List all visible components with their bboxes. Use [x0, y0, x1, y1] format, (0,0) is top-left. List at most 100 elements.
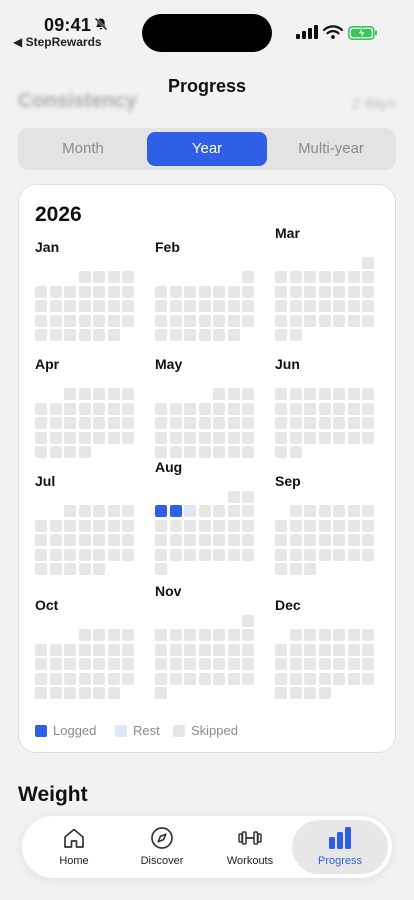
day-cell[interactable]	[333, 629, 345, 641]
day-cell[interactable]	[107, 329, 120, 341]
day-cell[interactable]	[227, 548, 240, 561]
day-cell[interactable]	[333, 643, 345, 656]
day-cell[interactable]	[35, 446, 47, 458]
day-cell[interactable]	[35, 658, 47, 670]
day-cell[interactable]	[184, 643, 196, 656]
day-cell[interactable]	[169, 402, 182, 415]
day-cell[interactable]	[107, 417, 120, 429]
day-cell[interactable]	[93, 519, 105, 532]
day-cell[interactable]	[289, 431, 302, 444]
day-cell[interactable]	[362, 300, 374, 312]
day-cell[interactable]	[49, 563, 62, 575]
day-cell[interactable]	[275, 548, 287, 561]
day-cell[interactable]	[318, 505, 331, 517]
day-cell[interactable]	[93, 314, 105, 327]
day-cell[interactable]	[107, 505, 120, 517]
day-cell[interactable]	[35, 672, 47, 685]
day-cell[interactable]	[122, 672, 134, 685]
day-cell[interactable]	[242, 548, 254, 561]
day-cell[interactable]	[362, 431, 374, 444]
day-cell[interactable]	[169, 446, 182, 458]
day-cell[interactable]	[304, 643, 316, 656]
day-cell[interactable]	[169, 658, 182, 670]
day-cell[interactable]	[155, 643, 167, 656]
day-cell[interactable]	[347, 300, 360, 312]
day-cell[interactable]	[289, 519, 302, 532]
day-cell[interactable]	[362, 505, 374, 517]
day-cell[interactable]	[198, 314, 211, 327]
day-cell[interactable]	[184, 285, 196, 298]
day-cell[interactable]	[304, 519, 316, 532]
day-cell[interactable]	[362, 672, 374, 685]
day-cell[interactable]	[242, 314, 254, 327]
day-cell[interactable]	[107, 672, 120, 685]
day-cell[interactable]	[49, 402, 62, 415]
day-cell[interactable]	[184, 431, 196, 444]
day-cell[interactable]	[35, 519, 47, 532]
day-cell[interactable]	[198, 402, 211, 415]
day-cell[interactable]	[198, 672, 211, 685]
day-cell[interactable]	[122, 534, 134, 546]
day-cell[interactable]	[107, 658, 120, 670]
day-cell[interactable]	[304, 402, 316, 415]
day-cell[interactable]	[155, 300, 167, 312]
day-cell[interactable]	[318, 417, 331, 429]
day-cell[interactable]	[64, 658, 76, 670]
day-cell[interactable]	[35, 643, 47, 656]
day-cell[interactable]	[198, 629, 211, 641]
tab-discover[interactable]: Discover	[118, 820, 206, 874]
day-cell[interactable]	[289, 285, 302, 298]
day-cell[interactable]	[184, 534, 196, 546]
day-cell[interactable]	[213, 314, 225, 327]
day-cell[interactable]	[122, 629, 134, 641]
day-cell[interactable]	[78, 271, 91, 283]
day-cell[interactable]	[169, 329, 182, 341]
day-cell[interactable]	[78, 643, 91, 656]
day-cell[interactable]	[122, 658, 134, 670]
day-cell[interactable]	[184, 629, 196, 641]
day-cell[interactable]	[347, 431, 360, 444]
day-cell[interactable]	[227, 446, 240, 458]
day-cell[interactable]	[275, 672, 287, 685]
day-cell[interactable]	[49, 534, 62, 546]
day-cell[interactable]	[304, 314, 316, 327]
day-cell[interactable]	[49, 643, 62, 656]
day-cell[interactable]	[198, 658, 211, 670]
day-cell[interactable]	[155, 658, 167, 670]
day-cell[interactable]	[289, 658, 302, 670]
day-cell[interactable]	[184, 417, 196, 429]
day-cell[interactable]	[318, 402, 331, 415]
day-cell[interactable]	[155, 505, 167, 517]
day-cell[interactable]	[64, 285, 76, 298]
day-cell[interactable]	[347, 271, 360, 283]
day-cell[interactable]	[49, 548, 62, 561]
segment-year[interactable]: Year	[147, 132, 267, 166]
back-to-app-link[interactable]: ◀ StepRewards	[13, 35, 102, 49]
day-cell[interactable]	[275, 314, 287, 327]
day-cell[interactable]	[35, 402, 47, 415]
day-cell[interactable]	[347, 548, 360, 561]
day-cell[interactable]	[155, 629, 167, 641]
day-cell[interactable]	[198, 417, 211, 429]
day-cell[interactable]	[35, 687, 47, 699]
day-cell[interactable]	[304, 300, 316, 312]
day-cell[interactable]	[122, 519, 134, 532]
day-cell[interactable]	[107, 402, 120, 415]
day-cell[interactable]	[64, 417, 76, 429]
day-cell[interactable]	[64, 505, 76, 517]
day-cell[interactable]	[93, 643, 105, 656]
day-cell[interactable]	[213, 534, 225, 546]
day-cell[interactable]	[93, 658, 105, 670]
day-cell[interactable]	[169, 417, 182, 429]
day-cell[interactable]	[289, 534, 302, 546]
day-cell[interactable]	[169, 505, 182, 517]
day-cell[interactable]	[242, 431, 254, 444]
day-cell[interactable]	[227, 388, 240, 400]
day-cell[interactable]	[49, 329, 62, 341]
day-cell[interactable]	[93, 300, 105, 312]
day-cell[interactable]	[78, 431, 91, 444]
day-cell[interactable]	[227, 643, 240, 656]
day-cell[interactable]	[64, 563, 76, 575]
day-cell[interactable]	[78, 548, 91, 561]
day-cell[interactable]	[93, 329, 105, 341]
